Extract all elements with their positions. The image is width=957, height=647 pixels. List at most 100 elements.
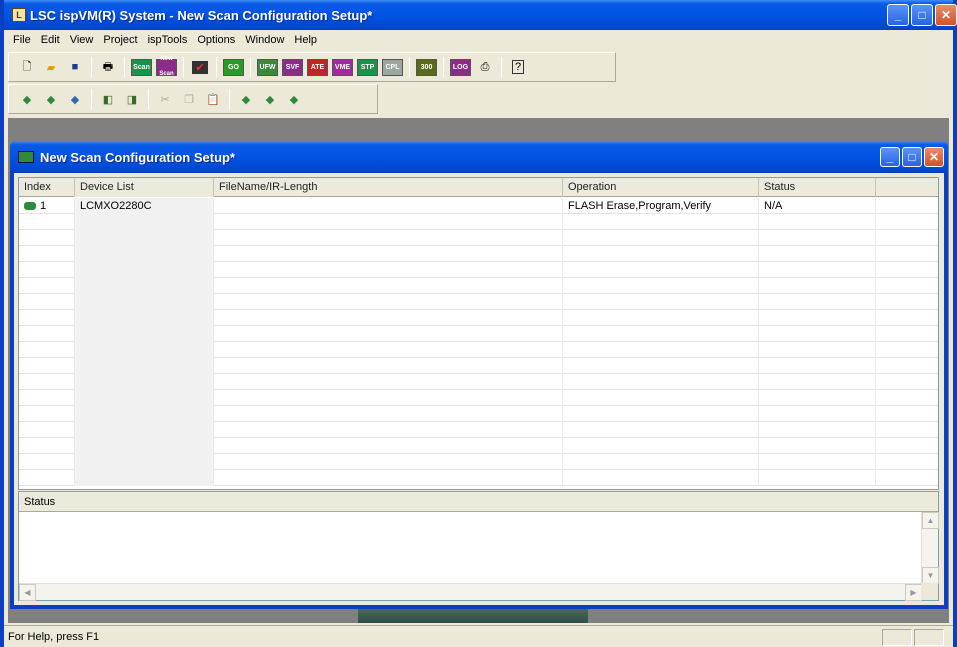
paste-button[interactable]: 📋: [203, 89, 223, 109]
empty-table-row: [19, 390, 938, 406]
scan-chain-2-button[interactable]: ◨: [122, 89, 142, 109]
empty-cell: [214, 230, 563, 246]
export-button[interactable]: ⎙: [475, 57, 495, 77]
ufw-button[interactable]: UFW: [257, 58, 278, 76]
help-button[interactable]: ?: [508, 57, 528, 77]
new-scan-button[interactable]: New Scan: [156, 56, 177, 77]
scan-chain-button[interactable]: ◧: [98, 89, 118, 109]
m300-button[interactable]: 300: [416, 58, 437, 76]
log-button[interactable]: LOG: [450, 58, 471, 76]
column-device-list[interactable]: Device List: [75, 178, 214, 197]
empty-cell: [75, 214, 214, 230]
empty-cell: [19, 342, 75, 358]
menu-help[interactable]: Help: [289, 30, 322, 50]
cpl-button[interactable]: CPL: [382, 58, 403, 76]
status-help-text: For Help, press F1: [8, 630, 100, 643]
add-device-button[interactable]: ◆: [17, 89, 37, 109]
empty-cell: [75, 422, 214, 438]
scan-button[interactable]: Scan: [131, 58, 152, 76]
menu-window[interactable]: Window: [240, 30, 289, 50]
empty-cell: [75, 278, 214, 294]
column-status[interactable]: Status: [759, 178, 876, 197]
scroll-left-icon[interactable]: ◀: [19, 584, 36, 601]
app-icon[interactable]: L: [12, 8, 26, 22]
empty-cell: [563, 454, 759, 470]
empty-cell: [214, 326, 563, 342]
row-device: LCMXO2280C: [75, 198, 214, 214]
new-file-button[interactable]: 🗋: [17, 57, 37, 77]
check-button[interactable]: ✔: [190, 57, 210, 77]
empty-cell: [563, 422, 759, 438]
maximize-button[interactable]: □: [911, 4, 933, 26]
child-titlebar[interactable]: New Scan Configuration Setup* _ □ ✕: [10, 141, 948, 173]
empty-cell: [759, 358, 876, 374]
export-icon: ⎙: [480, 60, 490, 73]
empty-cell: [876, 262, 938, 278]
empty-cell: [19, 374, 75, 390]
copy-button[interactable]: ❐: [179, 89, 199, 109]
empty-cell: [876, 470, 938, 486]
scan-config-icon[interactable]: [18, 151, 34, 163]
empty-cell: [759, 374, 876, 390]
save-button[interactable]: ■: [65, 57, 85, 77]
empty-cell: [214, 262, 563, 278]
table-rows: 1 LCMXO2280C FLASH Erase,Program,Verify …: [19, 198, 938, 486]
move-down-button[interactable]: ◆: [260, 89, 280, 109]
empty-cell: [214, 214, 563, 230]
move-up-button[interactable]: ◆: [236, 89, 256, 109]
table-row[interactable]: 1 LCMXO2280C FLASH Erase,Program,Verify …: [19, 198, 938, 214]
status-panel: [882, 629, 912, 646]
empty-cell: [75, 326, 214, 342]
child-close-button[interactable]: ✕: [924, 147, 944, 167]
empty-cell: [19, 246, 75, 262]
toolbar-separator: [250, 57, 251, 77]
close-icon: ✕: [940, 8, 952, 22]
cut-button[interactable]: ✂: [155, 89, 175, 109]
menu-isptools[interactable]: ispTools: [143, 30, 193, 50]
menu-file[interactable]: File: [8, 30, 36, 50]
empty-cell: [75, 390, 214, 406]
copy-icon: ❐: [184, 93, 194, 106]
child-maximize-button[interactable]: □: [902, 147, 922, 167]
empty-table-row: [19, 406, 938, 422]
ate-button[interactable]: ATE: [307, 58, 328, 76]
empty-cell: [876, 438, 938, 454]
menu-view[interactable]: View: [65, 30, 99, 50]
menu-edit[interactable]: Edit: [36, 30, 65, 50]
print-button[interactable]: 🖶: [98, 57, 118, 77]
device-list-table[interactable]: Index Device List FileName/IR-Length Ope…: [18, 177, 939, 490]
stp-button[interactable]: STP: [357, 58, 378, 76]
menubar: File Edit View Project ispTools Options …: [4, 30, 953, 50]
help-icon: ?: [511, 60, 525, 74]
status-horizontal-scrollbar[interactable]: ◀ ▶: [19, 583, 922, 601]
toolbar-separator: [229, 89, 230, 109]
toolbar-separator: [443, 57, 444, 77]
child-window-title: New Scan Configuration Setup*: [40, 149, 236, 165]
close-button[interactable]: ✕: [935, 4, 957, 26]
empty-cell: [214, 470, 563, 486]
empty-table-row: [19, 438, 938, 454]
empty-cell: [75, 454, 214, 470]
column-filename[interactable]: FileName/IR-Length: [214, 178, 563, 197]
chain-scan-icon: ◧: [102, 93, 114, 106]
edit-device-button[interactable]: ◆: [65, 89, 85, 109]
scroll-down-icon[interactable]: ▼: [922, 567, 939, 584]
go-button[interactable]: GO: [223, 58, 244, 76]
menu-project[interactable]: Project: [98, 30, 142, 50]
vme-button[interactable]: VME: [332, 58, 353, 76]
menu-options[interactable]: Options: [192, 30, 240, 50]
scroll-right-icon[interactable]: ▶: [905, 584, 922, 601]
minimize-button[interactable]: _: [887, 4, 909, 26]
child-minimize-button[interactable]: _: [880, 147, 900, 167]
scroll-up-icon[interactable]: ▲: [922, 512, 939, 529]
open-button[interactable]: ▰: [41, 57, 61, 77]
empty-cell: [563, 358, 759, 374]
column-index[interactable]: Index: [19, 178, 75, 197]
status-vertical-scrollbar[interactable]: ▲ ▼: [921, 512, 939, 584]
chip-settings-button[interactable]: ◆: [284, 89, 304, 109]
svf-button[interactable]: SVF: [282, 58, 303, 76]
main-toolbar: 🗋 ▰ ■ 🖶 Scan New Scan ✔ GO UFW SVF ATE V…: [8, 52, 616, 82]
window-titlebar[interactable]: L LSC ispVM(R) System - New Scan Configu…: [4, 0, 957, 30]
column-operation[interactable]: Operation: [563, 178, 759, 197]
insert-device-button[interactable]: ◆: [41, 89, 61, 109]
